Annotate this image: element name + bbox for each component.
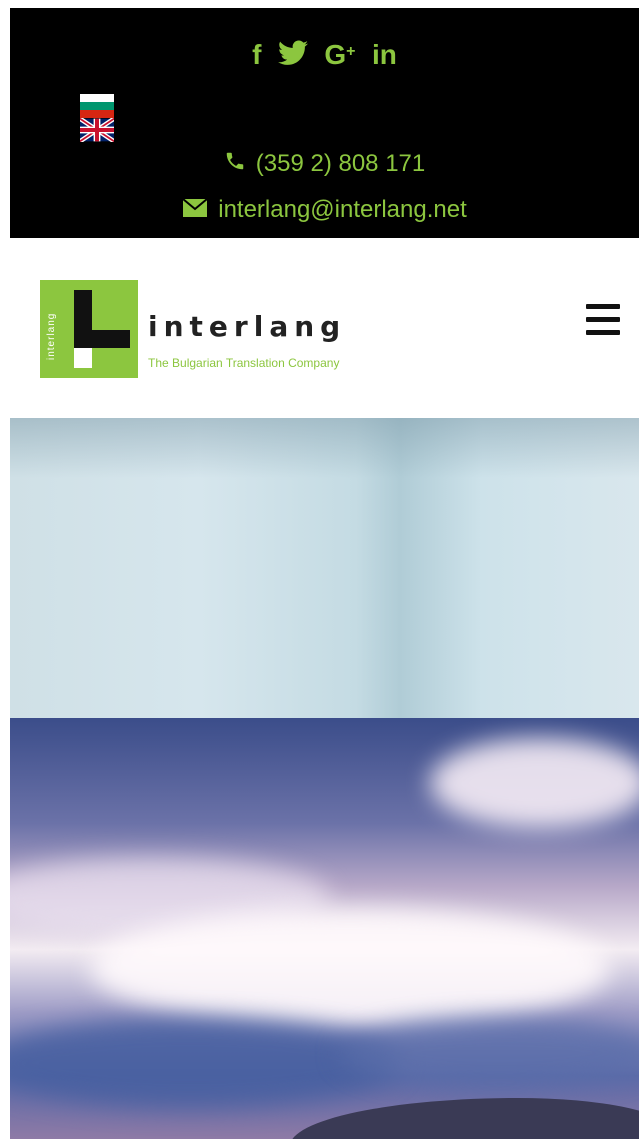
hero-sky-image xyxy=(10,418,639,718)
phone-number: (359 2) 808 171 xyxy=(255,150,426,177)
site-header: interlang interlang The Bulgarian Transl… xyxy=(10,238,639,418)
bulgarian-flag-icon[interactable] xyxy=(80,94,114,118)
logo-mark-horizontal xyxy=(74,330,130,348)
twitter-icon[interactable] xyxy=(277,39,308,71)
phone-link[interactable]: (359 2) 808 171 xyxy=(10,150,639,179)
google-plus-icon[interactable]: G+ xyxy=(324,36,355,71)
logo[interactable]: interlang xyxy=(40,280,138,378)
brand-name[interactable]: interlang xyxy=(148,310,346,343)
language-flags xyxy=(78,94,130,144)
social-links: f G+ in xyxy=(10,36,639,71)
logo-vertical-text: interlang xyxy=(46,312,57,360)
menu-icon[interactable] xyxy=(586,304,620,340)
logo-mark-white xyxy=(74,348,92,368)
linkedin-icon[interactable]: in xyxy=(372,39,397,71)
top-bar: f G+ in (359 2) 808 171 interlang@interl… xyxy=(10,8,639,238)
brand-tagline: The Bulgarian Translation Company xyxy=(148,356,340,370)
hero-clouds-image xyxy=(10,718,639,1139)
uk-flag-icon[interactable] xyxy=(78,116,116,144)
email-address: interlang@interlang.net xyxy=(218,196,467,223)
email-link[interactable]: interlang@interlang.net xyxy=(10,196,639,225)
phone-icon xyxy=(224,150,246,179)
facebook-icon[interactable]: f xyxy=(252,39,261,71)
envelope-icon xyxy=(182,197,208,225)
